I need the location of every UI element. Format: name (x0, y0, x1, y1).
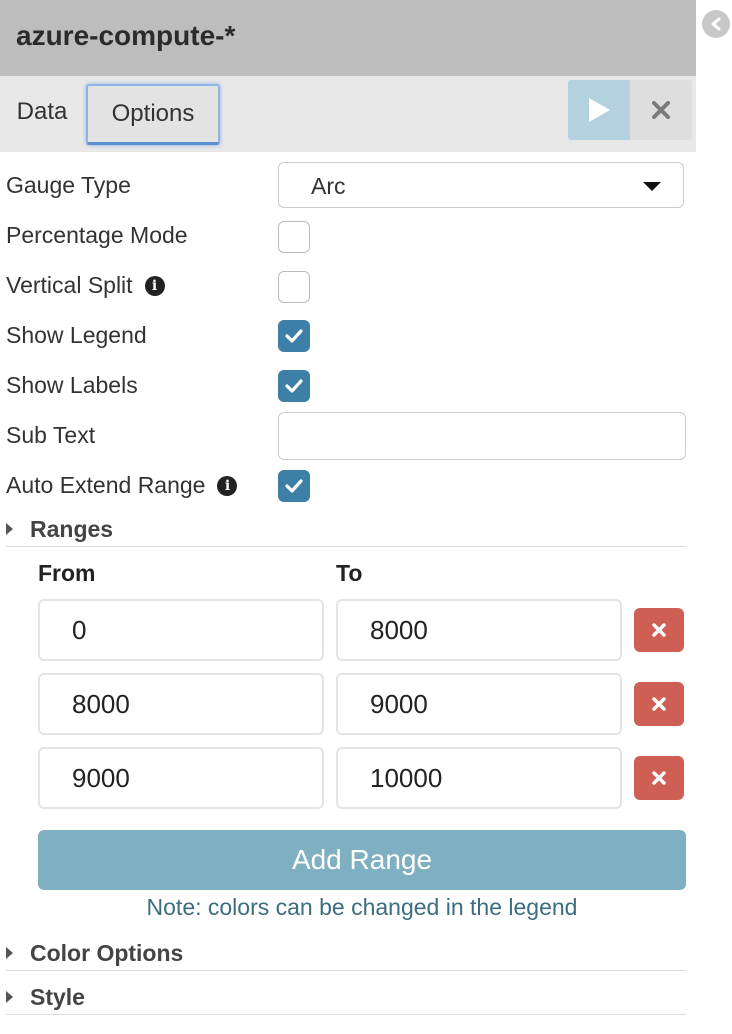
close-icon (652, 101, 670, 119)
range-to-input[interactable]: 9000 (336, 673, 622, 735)
checkmark-icon (285, 479, 303, 493)
page-title: azure-compute-* (16, 20, 236, 51)
auto-extend-range-checkbox[interactable] (278, 470, 310, 502)
range-to-input[interactable]: 10000 (336, 747, 622, 809)
editor-panel: azure-compute-* Data Options Gauge Type … (0, 0, 696, 1034)
play-icon (589, 98, 610, 122)
title-bar: azure-compute-* (0, 0, 696, 76)
gauge-type-value: Arc (311, 173, 346, 199)
close-icon (652, 623, 666, 637)
checkmark-icon (285, 329, 303, 343)
chevron-down-icon (643, 182, 661, 191)
tab-bar: Data Options (0, 76, 696, 152)
remove-range-button[interactable] (634, 682, 684, 726)
collapse-sidebar-button[interactable] (702, 10, 730, 38)
checkmark-icon (285, 379, 303, 393)
show-labels-label: Show Labels (6, 372, 138, 398)
run-button[interactable] (568, 80, 630, 140)
range-from-input[interactable]: 9000 (38, 747, 324, 809)
caret-right-icon (6, 991, 13, 1003)
color-options-section-toggle[interactable]: Color Options (6, 936, 686, 971)
range-from-input[interactable]: 8000 (38, 673, 324, 735)
style-section-toggle[interactable]: Style (6, 980, 686, 1015)
caret-right-icon (6, 523, 13, 535)
percentage-mode-checkbox[interactable] (278, 221, 310, 253)
tab-data[interactable]: Data (6, 84, 78, 140)
gauge-type-select[interactable]: Arc (278, 162, 684, 208)
from-column-header: From (38, 560, 96, 586)
close-icon (652, 771, 666, 785)
auto-extend-range-label: Auto Extend Range i (6, 472, 238, 499)
caret-right-icon (6, 947, 13, 959)
ranges-section-toggle[interactable]: Ranges (6, 512, 686, 547)
info-icon[interactable]: i (144, 275, 165, 296)
sub-text-label: Sub Text (6, 422, 96, 448)
vertical-split-checkbox[interactable] (278, 271, 310, 303)
percentage-mode-label: Percentage Mode (6, 222, 188, 248)
to-column-header: To (336, 560, 363, 586)
add-range-button[interactable]: Add Range (38, 830, 686, 890)
range-from-input[interactable]: 0 (38, 599, 324, 661)
gauge-type-label: Gauge Type (6, 172, 131, 198)
sub-text-input[interactable] (278, 412, 686, 460)
info-icon[interactable]: i (217, 475, 238, 496)
remove-range-button[interactable] (634, 756, 684, 800)
show-labels-checkbox[interactable] (278, 370, 310, 402)
tab-options[interactable]: Options (86, 84, 220, 145)
vertical-split-label: Vertical Split i (6, 272, 165, 299)
remove-range-button[interactable] (634, 608, 684, 652)
legend-color-note: Note: colors can be changed in the legen… (146, 894, 578, 920)
discard-button[interactable] (630, 80, 692, 140)
show-legend-checkbox[interactable] (278, 320, 310, 352)
close-icon (652, 697, 666, 711)
range-to-input[interactable]: 8000 (336, 599, 622, 661)
chevron-left-icon (711, 17, 721, 31)
show-legend-label: Show Legend (6, 322, 147, 348)
